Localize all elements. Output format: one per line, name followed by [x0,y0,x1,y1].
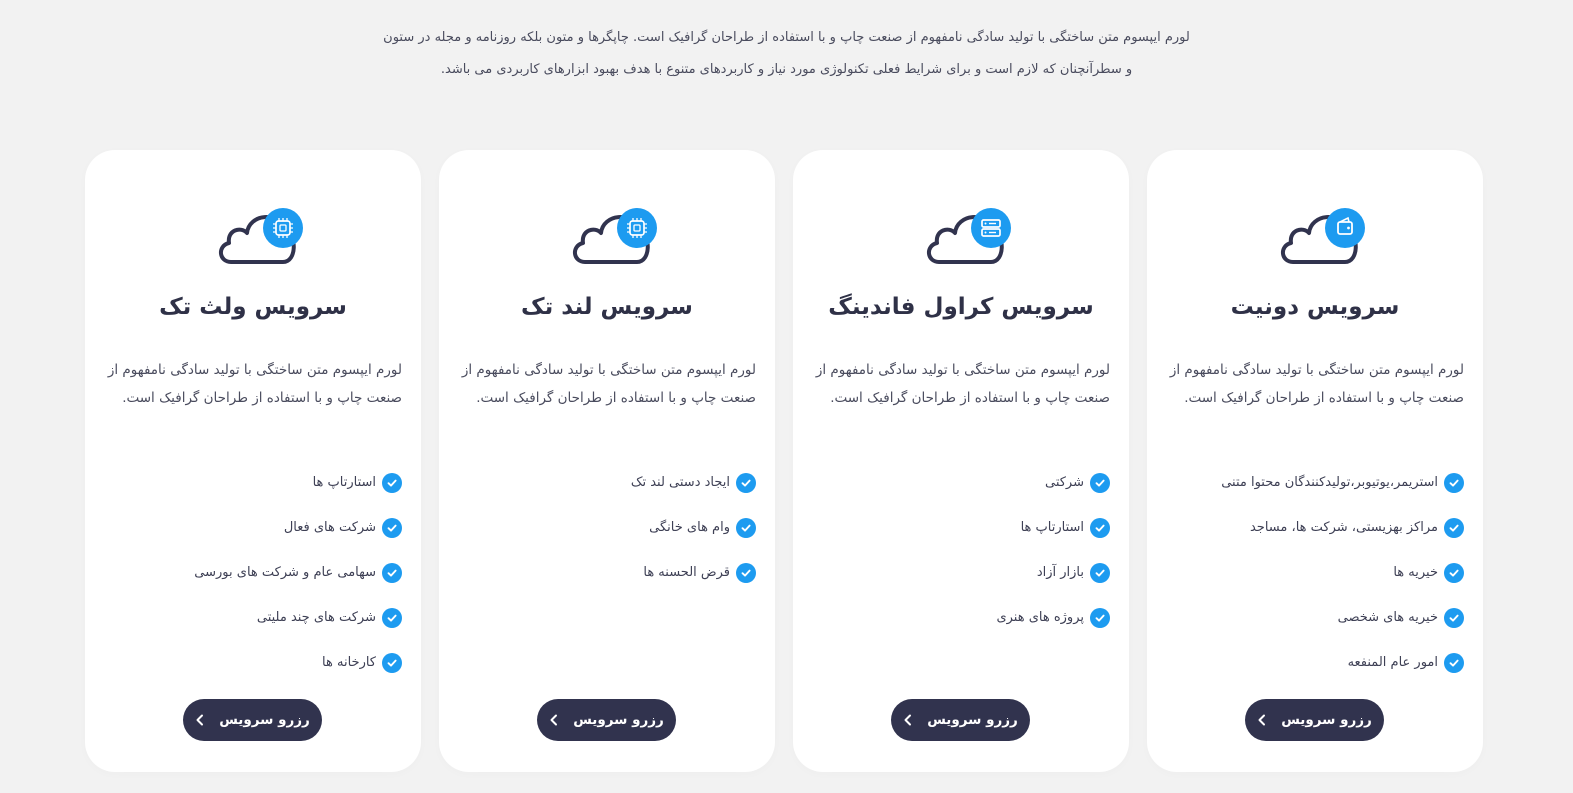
check-icon [382,607,402,628]
check-icon [1444,517,1464,538]
feature-list: استریمر،یوتیوبر،تولیدکنندگان محتوا متنی … [1166,460,1464,685]
feature-item: کارخانه ها [104,640,402,685]
cloud-chip-icon [569,206,661,270]
card-title: سرویس ولث تک [159,294,347,320]
card-description: لورم ایپسوم متن ساختگی با تولید سادگی نا… [815,362,1110,406]
feature-list: استارتاپ ها شرکت های فعال سهامی عام و شر… [104,460,402,685]
feature-item: امور عام المنفعه [1166,640,1464,685]
feature-item: استارتاپ ها [812,505,1110,550]
chevron-left-icon [550,714,558,726]
feature-label: پروژه های هنری [996,610,1084,625]
button-label: رزرو سرویس [927,712,1018,728]
feature-label: کارخانه ها [322,655,376,670]
feature-label: وام های خانگی [649,520,730,535]
feature-item: وام های خانگی [458,505,756,550]
feature-list: ایجاد دستی لند تک وام های خانگی قرض الحس… [458,460,756,595]
check-icon [1444,562,1464,583]
feature-item: شرکت های فعال [104,505,402,550]
check-icon [1444,472,1464,493]
feature-label: استارتاپ ها [1020,520,1084,535]
feature-label: بازار آزاد [1036,565,1084,580]
intro-line-2: و سطرآنچنان که لازم است و برای شرایط فعل… [440,62,1133,77]
feature-item: پروژه های هنری [812,595,1110,640]
button-label: رزرو سرویس [573,712,664,728]
check-icon [1090,607,1110,628]
card-title: سرویس دونیت [1230,294,1400,320]
button-label: رزرو سرویس [1281,712,1372,728]
card-description: لورم ایپسوم متن ساختگی با تولید سادگی نا… [1169,362,1464,406]
intro-line-1: لورم ایپسوم متن ساختگی با تولید سادگی نا… [383,30,1190,45]
button-label: رزرو سرویس [219,712,310,728]
reserve-service-button[interactable]: رزرو سرویس [183,699,322,741]
service-card-crowdfunding: سرویس کراول فاندینگ لورم ایپسوم متن ساخت… [793,150,1129,772]
feature-item: قرض الحسنه ها [458,550,756,595]
check-icon [736,472,756,493]
cloud-wallet-icon [1277,206,1369,270]
reserve-service-button[interactable]: رزرو سرویس [1245,699,1384,741]
feature-list: شرکتی استارتاپ ها بازار آزاد پروژه های ه… [812,460,1110,640]
feature-item: سهامی عام و شرکت های بورسی [104,550,402,595]
feature-label: سهامی عام و شرکت های بورسی [194,565,376,580]
check-icon [382,517,402,538]
feature-item: شرکتی [812,460,1110,505]
feature-label: استارتاپ ها [312,475,376,490]
cloud-chip-icon [215,206,307,270]
feature-label: خیریه ها [1393,565,1438,580]
feature-label: مراکز بهزیستی، شرکت ها، مساجد [1249,520,1438,535]
feature-item: مراکز بهزیستی، شرکت ها، مساجد [1166,505,1464,550]
feature-label: شرکت های فعال [283,520,376,535]
chevron-left-icon [196,714,204,726]
feature-label: قرض الحسنه ها [643,565,730,580]
service-cards: سرویس دونیت لورم ایپسوم متن ساختگی با تو… [85,150,1483,772]
feature-label: ایجاد دستی لند تک [630,475,730,490]
chevron-left-icon [1258,714,1266,726]
check-icon [1090,517,1110,538]
check-icon [382,562,402,583]
feature-label: خیریه های شخصی [1337,610,1438,625]
feature-label: استریمر،یوتیوبر،تولیدکنندگان محتوا متنی [1221,475,1438,490]
feature-label: امور عام المنفعه [1347,655,1438,670]
chevron-left-icon [904,714,912,726]
service-card-wealthtech: سرویس ولث تک لورم ایپسوم متن ساختگی با ت… [85,150,421,772]
card-title: سرویس لند تک [521,294,693,320]
feature-item: استارتاپ ها [104,460,402,505]
check-icon [1444,607,1464,628]
feature-item: خیریه ها [1166,550,1464,595]
check-icon [736,562,756,583]
card-title: سرویس کراول فاندینگ [828,294,1094,320]
check-icon [736,517,756,538]
feature-item: خیریه های شخصی [1166,595,1464,640]
feature-label: شرکت های چند ملیتی [256,610,376,625]
check-icon [1090,472,1110,493]
reserve-service-button[interactable]: رزرو سرویس [537,699,676,741]
intro-text: لورم ایپسوم متن ساختگی با تولید سادگی نا… [0,22,1573,86]
feature-item: شرکت های چند ملیتی [104,595,402,640]
check-icon [1090,562,1110,583]
check-icon [1444,652,1464,673]
service-card-lendtech: سرویس لند تک لورم ایپسوم متن ساختگی با ت… [439,150,775,772]
check-icon [382,472,402,493]
service-card-donit: سرویس دونیت لورم ایپسوم متن ساختگی با تو… [1147,150,1483,772]
feature-item: بازار آزاد [812,550,1110,595]
cloud-server-icon [923,206,1015,270]
feature-item: استریمر،یوتیوبر،تولیدکنندگان محتوا متنی [1166,460,1464,505]
reserve-service-button[interactable]: رزرو سرویس [891,699,1030,741]
check-icon [382,652,402,673]
card-description: لورم ایپسوم متن ساختگی با تولید سادگی نا… [107,362,402,406]
feature-item: ایجاد دستی لند تک [458,460,756,505]
card-description: لورم ایپسوم متن ساختگی با تولید سادگی نا… [461,362,756,406]
feature-label: شرکتی [1044,475,1084,490]
